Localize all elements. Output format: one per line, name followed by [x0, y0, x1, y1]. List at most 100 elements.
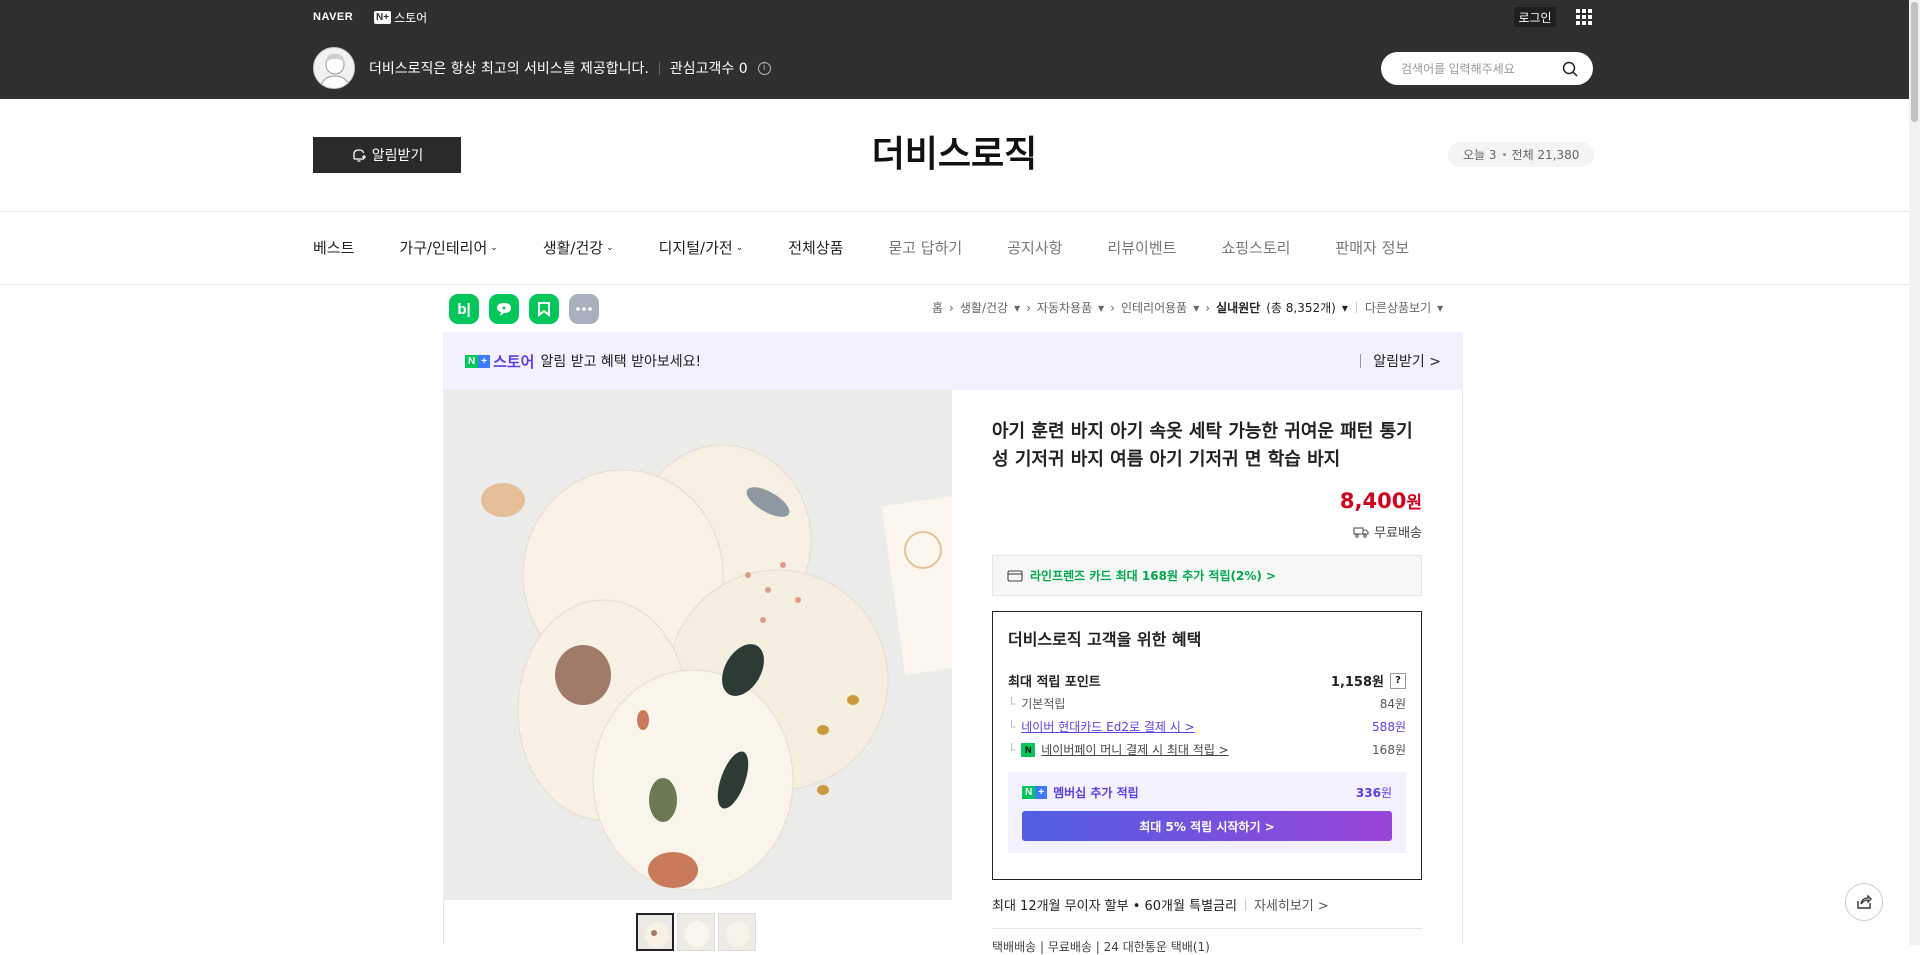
breadcrumb-category-3[interactable]: 인테리어용품: [1121, 299, 1187, 316]
npay-money-link[interactable]: 네이버페이 머니 결제 시 최대 적립 >: [1041, 741, 1229, 758]
nav-item-review-event[interactable]: 리뷰이벤트: [1107, 237, 1176, 258]
page-scrollbar[interactable]: [1909, 0, 1920, 945]
nav-item-living-health[interactable]: 생활/건강 ⌄: [543, 237, 614, 258]
scrollbar-thumb[interactable]: [1911, 2, 1918, 122]
product-image[interactable]: [443, 390, 952, 900]
nav-item-shopping-story[interactable]: 쇼핑스토리: [1221, 237, 1290, 258]
apps-grid-icon[interactable]: [1576, 9, 1592, 25]
naver-logo[interactable]: NAVER: [313, 11, 353, 23]
nav-item-notice[interactable]: 공지사항: [1007, 237, 1062, 258]
main-nav: 베스트 가구/인테리어 ⌄ 생활/건강 ⌄ 디지털/가전 ⌄ 전체상품 묻고 답하기 …: [313, 237, 1454, 258]
product-price: 8,400원: [992, 488, 1422, 513]
search-input[interactable]: [1401, 61, 1551, 76]
max-points-label: 최대 적립 포인트: [1008, 675, 1101, 690]
price-value: 8,400: [1339, 489, 1407, 513]
basic-points-row: └ 기본적립 84원: [1008, 695, 1406, 712]
bookmark-icon[interactable]: [529, 294, 559, 324]
store-title[interactable]: 더비스로직: [0, 125, 1909, 177]
chevron-right-icon: ›: [1026, 300, 1031, 315]
delivery-info-cutoff: 택배배송 | 무료배송 | 24 대한통운 택배(1): [992, 940, 1210, 954]
membership-box: N + 멤버십 추가 적립 336원 최대 5% 적립 시작하기 >: [1008, 772, 1406, 853]
tree-line: └: [1008, 696, 1016, 711]
nplus-store-logo[interactable]: N+ 스토어: [374, 9, 427, 26]
followers-count[interactable]: 관심고객수 0: [670, 58, 748, 78]
shipping-label: 무료배송: [1374, 526, 1422, 541]
nav-item-seller-info[interactable]: 판매자 정보: [1335, 237, 1409, 258]
thumbnail-1[interactable]: [636, 913, 674, 951]
basic-points-value: 84원: [1379, 697, 1406, 711]
avatar-illustration: [319, 53, 351, 88]
banner-alarm-link[interactable]: 알림받기 >: [1373, 351, 1441, 371]
benefit-box: 더비스로직 고객을 위한 혜택 최대 적립 포인트 1,158원 ? └ 기본적…: [992, 611, 1422, 880]
nav-item-best[interactable]: 베스트: [313, 237, 354, 258]
nplus-badge-icon: N +: [1022, 786, 1048, 799]
breadcrumb-category-1[interactable]: 생활/건강: [960, 299, 1008, 316]
nplus-store-label: 스토어: [394, 11, 428, 25]
chevron-right-icon: ›: [1205, 300, 1211, 315]
membership-start-button[interactable]: 최대 5% 적립 시작하기 >: [1022, 811, 1392, 841]
help-icon[interactable]: ?: [1390, 672, 1406, 689]
basic-points-label: 기본적립: [1021, 697, 1066, 711]
breadcrumb-count: (총 8,352개): [1266, 301, 1336, 315]
chevron-right-icon: ›: [949, 300, 954, 315]
store-intro-text: 더비스로직은 항상 최고의 서비스를 제공합니다.: [369, 61, 649, 77]
visitor-counter: 오늘 3 전체 21,380: [1448, 142, 1595, 167]
login-button[interactable]: 로그인: [1514, 7, 1556, 27]
card-benefit-text: 라인프렌즈 카드 최대 168원 추가 적립(2%) >: [1030, 569, 1277, 583]
header-divider: [0, 211, 1909, 212]
more-icon[interactable]: [569, 294, 599, 324]
share-button[interactable]: [1845, 883, 1883, 921]
breadcrumb: 홈 › 생활/건강 ▾ › 자동차용품 ▾ › 인테리어용품 ▾ › 실내원단 (총 8,352…: [932, 299, 1443, 316]
caret-down-icon[interactable]: ▾: [1098, 301, 1104, 315]
info-icon[interactable]: i: [757, 61, 771, 75]
search-icon[interactable]: [1561, 60, 1579, 78]
alarm-banner: N + 스토어 알림 받고 혜택 받아보세요! 알림받기 >: [443, 332, 1463, 390]
nav-item-qna[interactable]: 묻고 답하기: [888, 237, 962, 258]
hyundai-card-link[interactable]: 네이버 현대카드 Ed2로 결제 시 >: [1021, 718, 1194, 735]
top-bar: NAVER N+ 스토어 로그인 더비스로직은 항상 최고의 서비스를 제공합니…: [0, 0, 1909, 99]
nav-item-digital[interactable]: 디지털/가전 ⌄: [659, 237, 744, 258]
nplus-store-brand: N + 스토어: [465, 351, 534, 372]
visitors-total: 전체 21,380: [1511, 148, 1580, 162]
membership-value: 336원: [1355, 786, 1392, 800]
search-box[interactable]: [1381, 52, 1593, 85]
chevron-down-icon: ⌄: [490, 242, 498, 253]
store-intro: 더비스로직은 항상 최고의 서비스를 제공합니다. 관심고객수 0 i: [369, 58, 771, 78]
npay-points-row: └ N 네이버페이 머니 결제 시 최대 적립 > 168원: [1008, 741, 1406, 758]
nav-item-furniture[interactable]: 가구/인테리어 ⌄: [399, 237, 497, 258]
nplus-badge-icon: N +: [465, 354, 491, 368]
nplus-brand-text: 스토어: [493, 352, 535, 371]
caret-down-icon[interactable]: ▾: [1342, 301, 1348, 315]
nav-divider: [0, 284, 1909, 285]
tree-line: └: [1008, 719, 1016, 734]
breadcrumb-category-4[interactable]: 실내원단: [1216, 299, 1260, 316]
section-divider: [992, 928, 1422, 929]
divider: [1360, 354, 1362, 368]
caret-down-icon[interactable]: ▾: [1193, 301, 1199, 315]
credit-card-icon: [1007, 569, 1023, 582]
breadcrumb-home[interactable]: 홈: [932, 299, 943, 316]
thumbnail-strip: [636, 913, 756, 951]
store-avatar[interactable]: [313, 47, 355, 89]
breadcrumb-category-2[interactable]: 자동차용품: [1037, 299, 1092, 316]
nav-item-all-products[interactable]: 전체상품: [788, 237, 843, 258]
divider: [1355, 302, 1357, 313]
card-benefit[interactable]: 라인프렌즈 카드 최대 168원 추가 적립(2%) >: [992, 555, 1422, 596]
thumbnail-3[interactable]: [718, 913, 756, 951]
price-unit: 원: [1406, 493, 1422, 513]
membership-label: 멤버십 추가 적립: [1053, 786, 1139, 800]
max-points-row: 최대 적립 포인트 1,158원 ?: [1008, 672, 1406, 690]
caret-down-icon[interactable]: ▾: [1437, 301, 1443, 315]
social-links: b|: [449, 294, 599, 324]
talk-icon[interactable]: [489, 294, 519, 324]
chevron-right-icon: ›: [1110, 300, 1115, 315]
thumbnail-2[interactable]: [677, 913, 715, 951]
banner-text: 알림 받고 혜택 받아보세요!: [540, 354, 702, 370]
other-products-link[interactable]: 다른상품보기: [1365, 299, 1431, 316]
blog-icon[interactable]: b|: [449, 294, 479, 324]
caret-down-icon[interactable]: ▾: [1014, 301, 1020, 315]
nplus-badge: N+: [374, 11, 392, 24]
naver-pay-icon: N: [1021, 742, 1036, 757]
divider: [658, 61, 660, 75]
installment-more-link[interactable]: 자세히보기 >: [1254, 895, 1329, 914]
